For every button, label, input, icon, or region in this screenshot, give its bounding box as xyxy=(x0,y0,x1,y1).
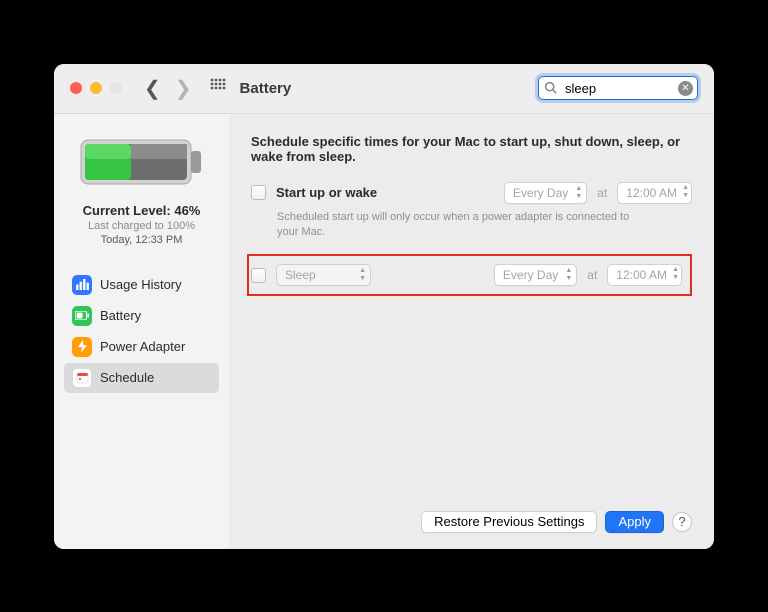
nav-buttons: ❮ ❯ xyxy=(144,76,192,101)
sidebar-item-power-adapter[interactable]: Power Adapter xyxy=(64,332,219,362)
show-all-button[interactable] xyxy=(210,78,232,99)
body: Current Level: 46% Last charged to 100% … xyxy=(54,114,714,549)
sidebar-item-battery[interactable]: Battery xyxy=(64,301,219,331)
schedule-icon xyxy=(72,368,92,388)
zoom-window-button[interactable] xyxy=(110,82,122,94)
sleep-checkbox[interactable] xyxy=(251,268,266,283)
main-panel: Schedule specific times for your Mac to … xyxy=(229,114,714,549)
chevron-updown-icon: ▲▼ xyxy=(359,267,366,283)
battery-level: Current Level: 46% xyxy=(83,203,201,218)
footer: Restore Previous Settings Apply ? xyxy=(251,511,692,533)
chevron-updown-icon: ▲▼ xyxy=(575,185,582,201)
startup-label: Start up or wake xyxy=(276,185,377,200)
prefs-window: ❮ ❯ Battery ✕ Current xyxy=(54,64,714,549)
sleep-action-select[interactable]: Sleep ▲▼ xyxy=(276,264,371,286)
battery-last-when: Today, 12:33 PM xyxy=(83,234,201,246)
battery-illustration xyxy=(79,134,204,189)
highlight-box: Sleep ▲▼ Every Day ▲▼ at 12:00 AM ▲▼ xyxy=(247,254,692,296)
sidebar-item-usage-history[interactable]: Usage History xyxy=(64,270,219,300)
sidebar: Current Level: 46% Last charged to 100% … xyxy=(54,114,229,549)
forward-button[interactable]: ❯ xyxy=(175,76,192,101)
sidebar-item-schedule[interactable]: Schedule xyxy=(64,363,219,393)
search-input[interactable] xyxy=(538,76,698,100)
back-button[interactable]: ❮ xyxy=(144,76,161,101)
search-icon xyxy=(544,81,557,97)
sidebar-item-label: Battery xyxy=(100,308,141,323)
battery-icon xyxy=(72,306,92,326)
chevron-updown-icon: ▲▼ xyxy=(565,267,572,283)
minimize-window-button[interactable] xyxy=(90,82,102,94)
battery-stats: Current Level: 46% Last charged to 100% … xyxy=(83,203,201,246)
sidebar-item-label: Schedule xyxy=(100,370,154,385)
usage-history-icon xyxy=(72,275,92,295)
traffic-lights xyxy=(70,82,122,94)
schedule-description: Schedule specific times for your Mac to … xyxy=(251,134,692,164)
sidebar-item-label: Usage History xyxy=(100,277,182,292)
sidebar-item-label: Power Adapter xyxy=(100,339,185,354)
restore-button[interactable]: Restore Previous Settings xyxy=(421,511,597,533)
clear-search-button[interactable]: ✕ xyxy=(678,81,693,96)
at-label: at xyxy=(587,268,597,282)
sidebar-nav: Usage History Battery Power Adapter xyxy=(64,270,219,394)
sleep-time-stepper[interactable]: 12:00 AM ▲▼ xyxy=(607,264,682,286)
power-adapter-icon xyxy=(72,337,92,357)
sleep-row: Sleep ▲▼ Every Day ▲▼ at 12:00 AM ▲▼ xyxy=(251,264,682,286)
search-field[interactable]: ✕ xyxy=(538,76,698,100)
help-button[interactable]: ? xyxy=(672,512,692,532)
startup-note: Scheduled start up will only occur when … xyxy=(277,210,647,241)
close-window-button[interactable] xyxy=(70,82,82,94)
startup-time-stepper[interactable]: 12:00 AM ▲▼ xyxy=(617,182,692,204)
sleep-day-select[interactable]: Every Day ▲▼ xyxy=(494,264,577,286)
stepper-icon: ▲▼ xyxy=(682,184,689,200)
battery-last-charged: Last charged to 100% xyxy=(83,220,201,232)
startup-checkbox[interactable] xyxy=(251,185,266,200)
startup-row: Start up or wake Every Day ▲▼ at 12:00 A… xyxy=(251,182,692,204)
apply-button[interactable]: Apply xyxy=(605,511,664,533)
titlebar: ❮ ❯ Battery ✕ xyxy=(54,64,714,114)
at-label: at xyxy=(597,186,607,200)
startup-day-select[interactable]: Every Day ▲▼ xyxy=(504,182,587,204)
page-title: Battery xyxy=(240,80,292,97)
stepper-icon: ▲▼ xyxy=(672,266,679,282)
